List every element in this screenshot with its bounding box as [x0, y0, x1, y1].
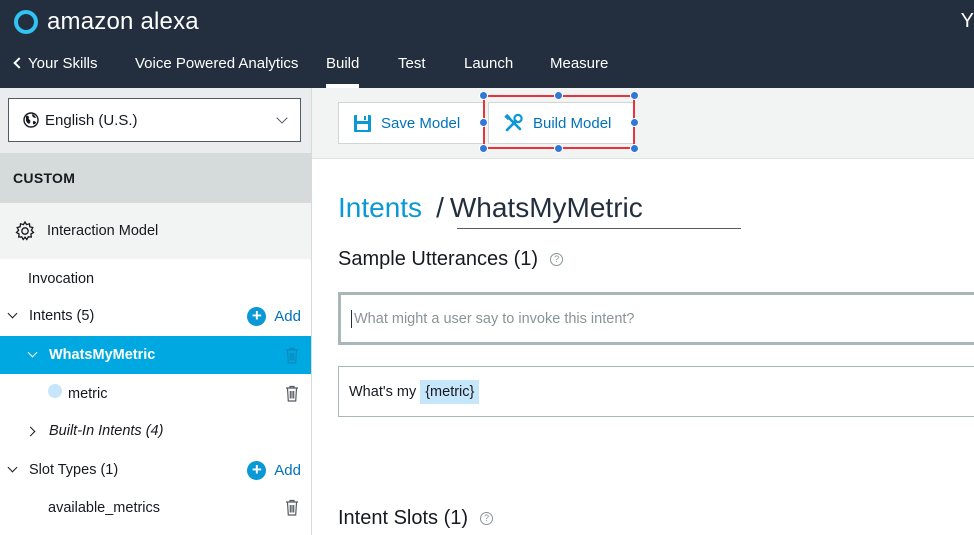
text-caret: [351, 309, 352, 328]
alexa-ring-icon: [14, 10, 38, 34]
utterance-input[interactable]: What might a user say to invoke this int…: [338, 292, 974, 345]
language-area: English (U.S.): [0, 88, 311, 153]
nav-skill-name[interactable]: Voice Powered Analytics: [135, 50, 298, 88]
back-label: Your Skills: [28, 55, 98, 72]
utterance-placeholder: What might a user say to invoke this int…: [354, 310, 635, 327]
breadcrumb-intents-link[interactable]: Intents: [338, 192, 422, 223]
plus-circle-icon: +: [247, 306, 267, 326]
sidebar-item-slot-types[interactable]: Slot Types (1) + Add: [0, 451, 311, 489]
interaction-model-label: Interaction Model: [47, 223, 159, 239]
add-label: Add: [274, 307, 301, 325]
resize-handle[interactable]: [630, 118, 639, 127]
tab-test[interactable]: Test: [398, 50, 426, 88]
help-icon[interactable]: ?: [480, 512, 494, 525]
trash-icon[interactable]: [285, 347, 299, 364]
save-model-button[interactable]: Save Model: [338, 102, 484, 144]
sidebar-item-slot-metric[interactable]: metric: [0, 375, 311, 413]
sidebar-item-invocation[interactable]: Invocation: [0, 260, 311, 298]
tab-measure[interactable]: Measure: [550, 50, 608, 88]
chevron-down-icon: [27, 347, 38, 357]
resize-handle[interactable]: [479, 91, 488, 100]
account-menu[interactable]: Y: [961, 10, 974, 33]
utterance-slot-chip[interactable]: {metric}: [420, 379, 480, 404]
slot-dot-icon: [48, 384, 62, 398]
back-to-skills-link[interactable]: Your Skills: [13, 50, 98, 88]
sidebar-item-available-metrics[interactable]: available_metrics: [0, 489, 311, 527]
chevron-down-icon: [7, 308, 18, 318]
resize-handle[interactable]: [554, 144, 563, 153]
plus-circle-icon: +: [247, 460, 267, 480]
chevron-left-icon: [13, 57, 25, 69]
utterance-text: What's my: [349, 383, 417, 400]
slot-type-label: available_metrics: [48, 500, 161, 516]
resize-handle[interactable]: [554, 91, 563, 100]
tab-build[interactable]: Build: [326, 50, 360, 88]
tab-launch[interactable]: Launch: [464, 50, 513, 88]
globe-icon: [23, 112, 39, 128]
section-header-custom: CUSTOM: [0, 153, 311, 203]
sidebar: English (U.S.) CUSTOM Interaction Model …: [0, 88, 312, 535]
toolbar: Save Model Build Model: [312, 88, 974, 159]
intents-label: Intents (5): [29, 308, 95, 324]
chevron-down-icon: [276, 112, 288, 124]
resize-handle[interactable]: [479, 118, 488, 127]
top-bar: amazon alexa Y Your Skills Voice Powered…: [0, 0, 974, 88]
trash-icon[interactable]: [285, 499, 299, 516]
help-icon[interactable]: ?: [550, 253, 564, 266]
sample-utterances-title: Sample Utterances (1): [338, 248, 539, 270]
add-label: Add: [274, 461, 301, 479]
main-nav: Your Skills Voice Powered Analytics Buil…: [0, 50, 974, 88]
sidebar-item-whatsmymetric[interactable]: WhatsMyMetric: [0, 336, 311, 374]
add-slot-type-button[interactable]: + Add: [247, 460, 301, 480]
slot-types-label: Slot Types (1): [29, 462, 119, 478]
builtin-intents-label: Built-In Intents (4): [49, 423, 164, 439]
sample-utterances-heading: Sample Utterances (1) ?: [338, 248, 564, 271]
selection-highlight: [483, 95, 635, 149]
utterance-row[interactable]: What's my {metric}: [338, 366, 974, 417]
chevron-right-icon: [25, 426, 36, 436]
resize-handle[interactable]: [630, 144, 639, 153]
language-value: English (U.S.): [45, 111, 138, 129]
sidebar-item-interaction-model[interactable]: Interaction Model: [0, 203, 311, 259]
invocation-label: Invocation: [28, 271, 95, 287]
slot-name-label: metric: [68, 386, 108, 402]
gear-icon: [15, 220, 35, 241]
chevron-down-icon: [7, 462, 18, 472]
add-intent-button[interactable]: + Add: [247, 306, 301, 326]
sidebar-item-intents[interactable]: Intents (5) + Add: [0, 297, 311, 335]
resize-handle[interactable]: [479, 144, 488, 153]
intent-name-field[interactable]: WhatsMyMetric: [450, 192, 643, 223]
alexa-logo[interactable]: amazon alexa: [14, 7, 199, 37]
trash-icon[interactable]: [285, 385, 299, 402]
breadcrumb-separator: /: [436, 192, 444, 223]
intent-slots-title: Intent Slots (1): [338, 507, 469, 529]
intent-name-underline: [457, 228, 741, 229]
save-model-label: Save Model: [381, 114, 461, 132]
breadcrumb: Intents / WhatsMyMetric: [338, 192, 643, 224]
sidebar-item-builtin-intents[interactable]: Built-In Intents (4): [0, 412, 311, 450]
floppy-disk-icon: [354, 114, 371, 132]
resize-handle[interactable]: [630, 91, 639, 100]
intent-name-label: WhatsMyMetric: [49, 347, 156, 363]
language-select[interactable]: English (U.S.): [8, 98, 301, 142]
intent-slots-heading: Intent Slots (1) ?: [338, 507, 494, 530]
brand-text: amazon alexa: [47, 8, 199, 35]
